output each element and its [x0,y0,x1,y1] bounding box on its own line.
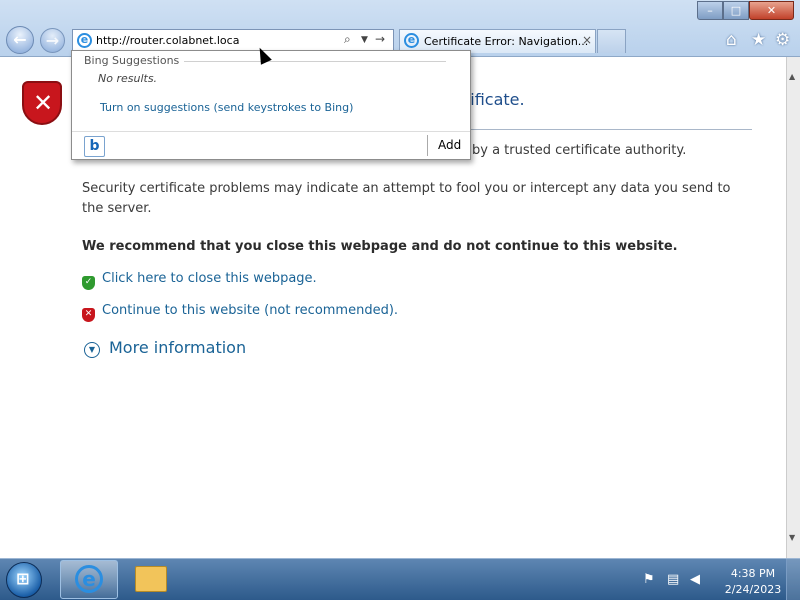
tab-close-icon[interactable]: × [582,33,592,47]
tab-title: Certificate Error: Navigation... [424,35,589,48]
scroll-down-icon[interactable]: ▼ [789,533,795,542]
recommendation-text: We recommend that you close this webpage… [82,239,678,254]
more-information-toggle[interactable]: ▼ More information [84,338,246,358]
network-icon[interactable]: ▤ [667,572,679,587]
new-tab-button[interactable] [597,29,626,53]
chevron-down-circle-icon: ▼ [84,342,100,358]
bing-icon[interactable]: b [84,136,105,157]
turn-on-suggestions-link[interactable]: Turn on suggestions (send keystrokes to … [100,101,353,114]
red-shield-icon: ✕ [82,308,95,322]
chevron-down-icon[interactable]: ▼ [361,35,368,45]
search-icon[interactable]: ⌕ [344,32,351,47]
go-arrow-icon[interactable]: → [375,32,385,46]
favorites-star-icon[interactable]: ★ [751,30,766,50]
start-button[interactable]: ⊞ [6,562,42,598]
close-webpage-link[interactable]: ✓ Click here to close this webpage. [82,271,317,290]
close-window-button[interactable]: ✕ [749,1,794,20]
no-results-text: No results. [98,72,158,85]
suggestions-footer: b Add [72,131,470,159]
system-clock[interactable]: 4:38 PM 2/24/2023 [722,566,784,598]
back-button[interactable]: ← [6,26,34,54]
ie-page-icon: e [77,33,92,48]
cert-authority-text: by a trusted certificate authority. [472,143,687,158]
more-info-label[interactable]: More information [109,338,246,357]
browser-chrome: – □ ✕ ← → e ⌕ ▼ → e Certificate Error: N… [0,0,800,57]
vertical-scrollbar[interactable]: ▲ ▼ [786,57,800,558]
error-shield-icon: ✕ [22,81,62,125]
address-bar[interactable]: e ⌕ ▼ → [72,29,394,51]
home-icon[interactable]: ⌂ [726,30,737,50]
suggestions-header: Bing Suggestions [84,54,180,67]
folder-icon[interactable] [135,566,167,592]
show-desktop-button[interactable] [786,559,800,600]
footer-divider [427,135,428,156]
maximize-button[interactable]: □ [723,1,749,20]
page-heading: tificate. [464,90,525,109]
gear-icon[interactable]: ⚙ [775,30,790,50]
add-provider-button[interactable]: Add [438,138,461,152]
scroll-up-icon[interactable]: ▲ [789,72,795,81]
address-suggestions-dropdown: Bing Suggestions No results. Turn on sug… [71,50,471,160]
continue-website-link[interactable]: ✕ Continue to this website (not recommend… [82,303,398,322]
minimize-button[interactable]: – [697,1,723,20]
taskbar-ie-button[interactable]: e [60,560,118,599]
action-center-flag-icon[interactable]: ⚑ [643,572,655,587]
forward-button[interactable]: → [40,28,65,53]
volume-muted-icon[interactable]: ◀ [690,572,700,587]
clock-date: 2/24/2023 [724,583,782,596]
continue-link-label[interactable]: Continue to this website (not recommende… [102,303,398,318]
address-input[interactable] [96,32,336,49]
security-warning-text: Security certificate problems may indica… [82,181,731,216]
taskbar: ⊞ e ⚑ ▤ ◀ 4:38 PM 2/24/2023 [0,558,800,600]
header-divider [184,61,446,62]
close-link-label[interactable]: Click here to close this webpage. [102,271,317,286]
green-shield-icon: ✓ [82,276,95,290]
ie-icon: e [75,565,103,593]
ie-tab-icon: e [404,33,419,48]
clock-time: 4:38 PM [730,567,776,580]
